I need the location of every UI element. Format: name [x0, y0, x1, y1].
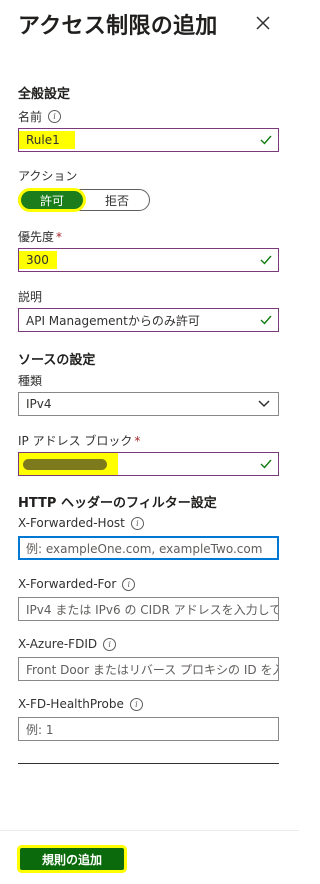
check-icon: [260, 459, 272, 469]
priority-field-value: 300: [26, 253, 49, 267]
forwarded-for-label-text: X-Forwarded-For: [18, 577, 117, 591]
divider: [18, 763, 279, 764]
required-marker: *: [134, 433, 141, 448]
priority-field[interactable]: 300: [18, 248, 279, 272]
action-toggle: 許可 拒否: [18, 189, 150, 211]
chevron-down-icon: [258, 400, 270, 408]
general-settings-heading: 全般設定: [18, 87, 71, 102]
fd-healthprobe-input[interactable]: 例: 1: [18, 717, 279, 741]
name-label-text: 名前: [18, 110, 43, 124]
description-label: 説明: [18, 290, 43, 304]
panel-title: アクセス制限の追加: [18, 14, 218, 39]
name-field[interactable]: Rule1: [18, 128, 279, 152]
check-icon: [260, 255, 272, 265]
ip-block-field[interactable]: [18, 452, 279, 476]
required-marker: *: [56, 229, 63, 244]
forwarded-host-label-text: X-Forwarded-Host: [18, 516, 125, 530]
http-header-filter-heading: HTTP ヘッダーのフィルター設定: [18, 496, 217, 511]
forwarded-for-input[interactable]: IPv4 または IPv6 の CIDR アドレスを入力して...: [18, 597, 279, 621]
forwarded-for-label: X-Forwarded-For i: [18, 577, 136, 591]
check-icon: [260, 315, 272, 325]
name-field-value: Rule1: [26, 133, 60, 147]
source-settings-heading: ソースの設定: [18, 353, 96, 368]
deny-option[interactable]: 拒否: [85, 190, 149, 210]
ip-block-label-text: IP アドレス ブロック: [18, 434, 133, 448]
footer-divider: [0, 830, 299, 831]
check-icon: [260, 135, 272, 145]
fd-healthprobe-label: X-FD-HealthProbe i: [18, 697, 143, 711]
forwarded-host-label: X-Forwarded-Host i: [18, 516, 144, 530]
fd-healthprobe-label-text: X-FD-HealthProbe: [18, 697, 124, 711]
info-icon[interactable]: i: [48, 110, 62, 123]
info-icon[interactable]: i: [129, 697, 143, 711]
type-select[interactable]: IPv4: [18, 392, 279, 416]
close-icon[interactable]: [254, 14, 272, 32]
name-label: 名前 i: [18, 108, 62, 125]
info-icon[interactable]: i: [122, 577, 136, 591]
allow-option[interactable]: 許可: [21, 191, 83, 209]
add-rule-button[interactable]: 規則の追加: [20, 848, 124, 870]
info-icon[interactable]: i: [103, 637, 117, 651]
ip-block-label: IP アドレス ブロック *: [18, 432, 140, 449]
action-label: アクション: [18, 169, 78, 183]
fd-healthprobe-placeholder: 例: 1: [26, 722, 54, 737]
azure-fdid-input[interactable]: Front Door またはリバース プロキシの ID を入...: [18, 657, 279, 681]
forwarded-host-input[interactable]: 例: exampleOne.com, exampleTwo.com: [18, 536, 279, 560]
type-select-value: IPv4: [26, 397, 52, 411]
azure-fdid-label-text: X-Azure-FDID: [18, 637, 98, 651]
type-label: 種類: [18, 374, 43, 388]
azure-fdid-label: X-Azure-FDID i: [18, 637, 117, 651]
priority-label-text: 優先度: [18, 230, 55, 244]
forwarded-host-placeholder: 例: exampleOne.com, exampleTwo.com: [26, 541, 263, 556]
description-field-value: API Managementからのみ許可: [26, 313, 200, 328]
info-icon[interactable]: i: [130, 516, 144, 530]
priority-label: 優先度 *: [18, 228, 62, 245]
add-access-restriction-panel: アクセス制限の追加 全般設定 名前 i Rule1 アクション 許可 拒否 優先…: [0, 0, 299, 884]
redacted-value: [23, 459, 107, 470]
azure-fdid-placeholder: Front Door またはリバース プロキシの ID を入...: [26, 662, 279, 677]
forwarded-for-placeholder: IPv4 または IPv6 の CIDR アドレスを入力して...: [26, 602, 279, 617]
description-field[interactable]: API Managementからのみ許可: [18, 308, 279, 332]
